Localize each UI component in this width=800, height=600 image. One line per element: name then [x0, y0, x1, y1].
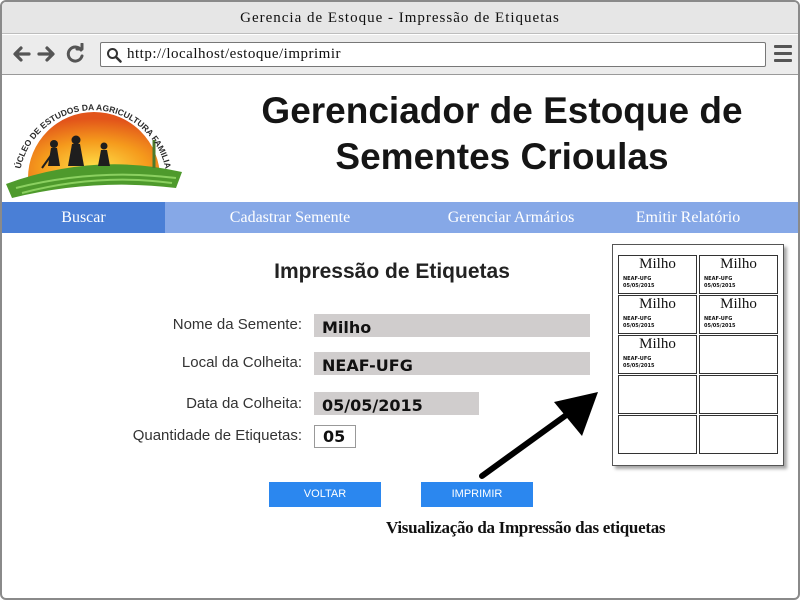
search-icon — [107, 48, 122, 63]
url-text: http://localhost/estoque/imprimir — [127, 46, 341, 62]
seed-name-field[interactable]: Milho — [314, 314, 590, 337]
preview-label: Milho NEAF-UFG 05/05/2015 — [699, 295, 778, 334]
harvest-date-label: Data da Colheita: — [186, 395, 302, 412]
preview-label: Milho NEAF-UFG 05/05/2015 — [618, 255, 697, 294]
pointer-arrow-icon — [479, 392, 598, 479]
reload-icon[interactable] — [64, 43, 86, 65]
preview-label: Milho NEAF-UFG 05/05/2015 — [618, 295, 697, 334]
browser-toolbar: http://localhost/estoque/imprimir — [2, 35, 798, 75]
print-preview: Milho NEAF-UFG 05/05/2015 Milho NEAF-UFG… — [612, 244, 784, 466]
nav-item-buscar[interactable]: Buscar — [2, 202, 165, 233]
preview-label-empty — [699, 335, 778, 374]
site-title: Gerenciador de Estoque de Sementes Criou… — [252, 88, 752, 180]
nav-item-cadastrar-semente[interactable]: Cadastrar Semente — [202, 202, 378, 233]
preview-label-empty — [699, 415, 778, 454]
nav-item-emitir-relatorio[interactable]: Emitir Relatório — [620, 202, 756, 233]
window-title: Gerencia de Estoque - Impressão de Etiqu… — [2, 2, 798, 34]
forward-arrow-icon[interactable] — [36, 43, 58, 65]
menu-icon[interactable] — [774, 45, 792, 63]
harvest-location-field[interactable]: NEAF-UFG — [314, 352, 590, 375]
preview-caption: Visualização da Impressão das etiquetas — [386, 518, 666, 537]
site-title-line-2: Sementes Crioulas — [335, 136, 669, 177]
preview-label-empty — [618, 415, 697, 454]
back-arrow-icon[interactable] — [10, 43, 32, 65]
seed-name-label: Nome da Semente: — [172, 316, 302, 333]
address-bar[interactable]: http://localhost/estoque/imprimir — [100, 42, 766, 67]
preview-label-empty — [699, 375, 778, 414]
print-button[interactable]: IMPRIMIR — [421, 482, 533, 507]
label-quantity-label: Quantidade de Etiquetas: — [132, 427, 302, 444]
neaf-logo: NÚCLEO DE ESTUDOS DA AGRICULTURA FAMILIA… — [6, 80, 182, 198]
preview-label: Milho NEAF-UFG 05/05/2015 — [699, 255, 778, 294]
label-quantity-field[interactable]: 05 — [314, 425, 356, 448]
main-navbar: Buscar Cadastrar Semente Gerenciar Armár… — [2, 202, 798, 233]
harvest-location-label: Local da Colheita: — [181, 354, 302, 371]
nav-item-gerenciar-armarios[interactable]: Gerenciar Armários — [422, 202, 600, 233]
browser-window: Gerencia de Estoque - Impressão de Etiqu… — [0, 0, 800, 600]
preview-label-empty — [618, 375, 697, 414]
harvest-date-field[interactable]: 05/05/2015 — [314, 392, 479, 415]
back-button[interactable]: VOLTAR — [269, 482, 381, 507]
preview-label: Milho NEAF-UFG 05/05/2015 — [618, 335, 697, 374]
site-title-line-1: Gerenciador de Estoque de — [261, 90, 743, 131]
page-heading: Impressão de Etiquetas — [274, 260, 510, 283]
